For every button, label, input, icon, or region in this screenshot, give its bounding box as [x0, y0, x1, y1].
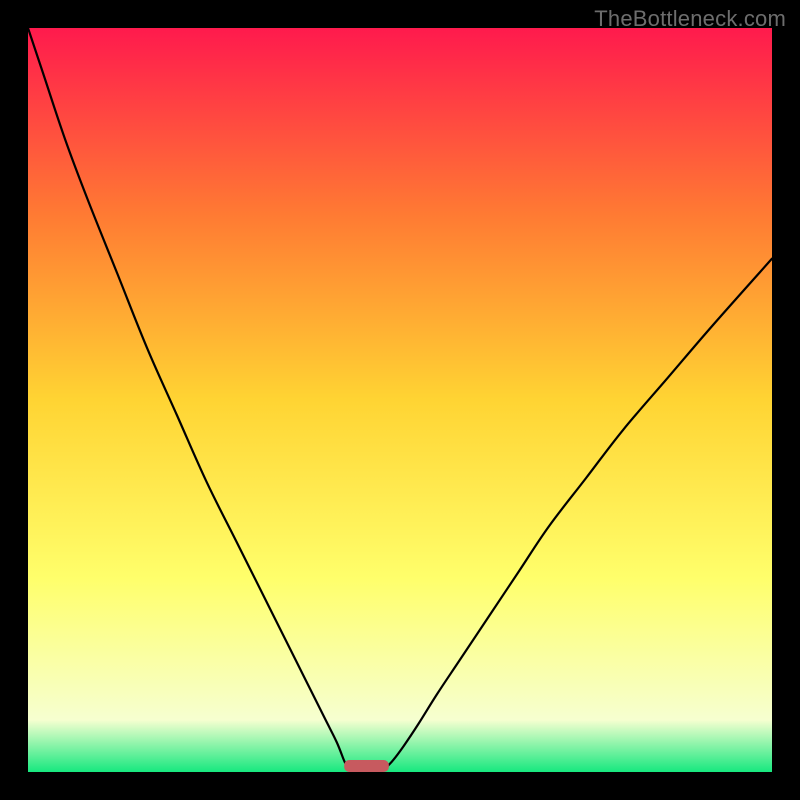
plot-area [28, 28, 772, 772]
watermark-text: TheBottleneck.com [594, 6, 786, 32]
gradient-background [28, 28, 772, 772]
chart-frame: TheBottleneck.com [0, 0, 800, 800]
optimum-marker [344, 760, 389, 772]
chart-svg [28, 28, 772, 772]
